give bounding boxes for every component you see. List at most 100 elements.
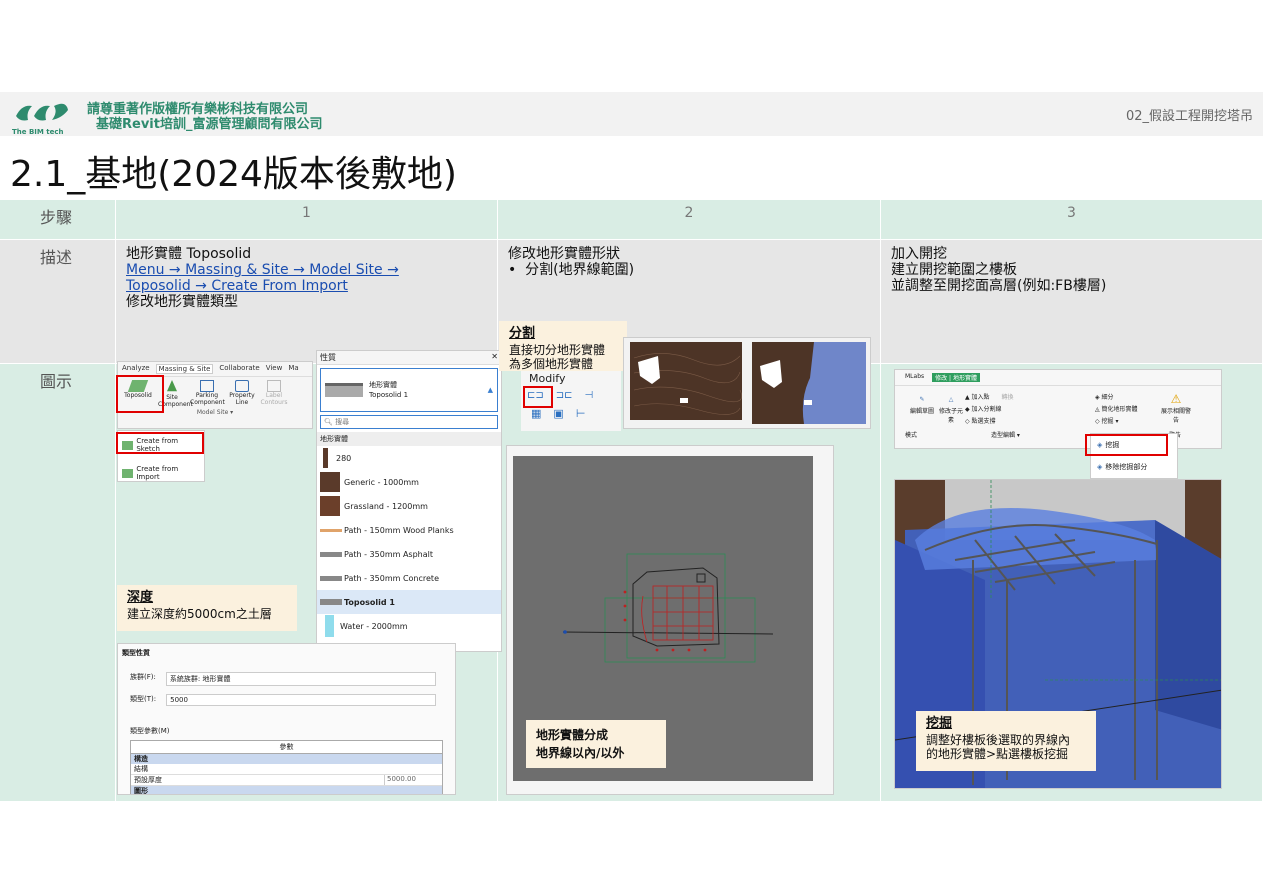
close-icon[interactable]: ✕ [491,352,498,363]
pick-supports-tool[interactable]: ◇ 點選支撐 [965,416,1013,428]
label-contours-button[interactable]: Label Contours [260,380,288,408]
desc3-line3: 並調整至開挖面高層(例如:FB樓層) [891,278,1107,294]
param-default-thickness[interactable]: 預設厚度 5000.00 [131,775,442,786]
tab-modify-toposolid[interactable]: 修改 | 地形實體 [932,373,980,382]
desc3-line2: 建立開挖範圍之樓板 [891,262,1017,278]
trim-icon[interactable]: ⊣ [585,390,594,401]
excavate-tool[interactable]: ◇ 挖掘 ▾ [1095,416,1138,428]
tab-analyze[interactable]: Analyze [122,364,150,374]
tab-mlabs[interactable]: MLabs [905,373,924,382]
family-select[interactable]: 系統族群: 地形實體 [165,672,436,686]
note-excavate-title: 挖掘 [926,716,953,731]
simplify-tool[interactable]: ◬ 簡化地形實體 [1095,404,1138,416]
toposolid-split-views [623,337,871,429]
row-label-step: 步驟 [0,200,116,240]
type-dropdown-icon: ▲ [487,386,493,394]
type-label-water: Water - 2000mm [340,621,408,631]
show-warnings-button[interactable]: ⚠ 展示相關警告 [1159,392,1193,424]
type-item-280[interactable]: 280 [317,446,501,470]
chapter-label: 02_假設工程開挖塔吊 [1125,109,1253,124]
scale-icon[interactable]: ▣ [553,407,563,420]
type-selector[interactable]: 地形實體 Toposolid 1 ▲ [320,368,498,412]
parking-component-label: Parking Component [190,392,225,406]
tree-icon [167,380,177,392]
type-preview-swatch [325,383,363,397]
desc-cell-1: 地形實體 Toposolid Menu → Massing & Site → M… [116,240,498,364]
property-line-button[interactable]: Property Line [228,380,256,408]
import-icon [122,468,134,478]
page-title: 2.1_基地(2024版本後敷地) [10,154,457,195]
company-line2: 基礎Revit培訓_富源管理顧問有限公司 [96,117,323,132]
type-item-concrete[interactable]: Path - 350mm Concrete [317,566,501,590]
swatch-280 [323,448,328,468]
header-band: The BIM tech 請尊重著作版權所有樂彬科技有限公司 基礎Revit培訓… [0,92,1263,136]
params-header: 參數 [131,741,442,754]
highlight-toposolid [116,375,164,413]
type-row: 類型(T): 5000 [118,688,455,708]
type-label-grassland: Grassland - 1200mm [344,501,428,511]
menu-path-link-1[interactable]: Menu → Massing & Site → Model Site → [126,262,487,278]
swatch-wood-planks [320,528,342,532]
type-item-asphalt[interactable]: Path - 350mm Asphalt [317,542,501,566]
row-label-figure: 圖示 [0,364,116,802]
type-item-toposolid-1[interactable]: Toposolid 1 [317,590,501,614]
type-select[interactable]: 5000 [166,694,437,706]
type-item-wood-planks[interactable]: Path - 150mm Wood Planks [317,518,501,542]
tab-collaborate[interactable]: Collaborate [219,364,259,374]
type-label: 類型(T): [130,695,157,703]
menu-item-create-from-import[interactable]: Create from Import [118,457,204,481]
note-depth: 深度 建立深度約5000cm之土層 [117,585,297,631]
edit-sketch-icon: ✎ [919,396,925,403]
note-split-result-line1: 地形實體分成 [536,728,609,742]
family-label: 族群(F): [130,673,156,681]
highlight-split-tool [523,386,553,408]
topo-contour-views [630,342,866,424]
modify-sub-elements-label: 修改子元素 [938,408,963,424]
type-item-water[interactable]: Water - 2000mm [317,614,501,638]
family-row: 族群(F): 系統族群: 地形實體 [118,662,455,688]
menu-path-link-2[interactable]: Toposolid → Create From Import [126,278,487,294]
show-warnings-label: 展示相關警告 [1160,408,1191,424]
parking-component-button[interactable]: Parking Component [190,380,225,408]
array-icon[interactable]: ▦ [531,407,541,420]
type-label-asphalt: Path - 350mm Asphalt [344,549,433,559]
excavate-label: 挖掘 ▾ [1101,418,1119,425]
param-default-thickness-value: 5000.00 [384,775,439,785]
add-split-line-tool[interactable]: ◆ 加入分割線 [965,404,1013,416]
tab-more[interactable]: Ma [288,364,298,374]
warning-icon: ⚠ [1170,392,1182,406]
type-label-generic: Generic - 1000mm [344,477,419,487]
split-gap-icon[interactable]: ⊐⊏ [556,390,573,401]
parking-icon [200,380,214,392]
type-item-generic[interactable]: Generic - 1000mm [317,470,501,494]
highlight-excavate [1085,434,1168,456]
pin-icon[interactable]: ⊢ [576,407,586,420]
type-search-input[interactable]: 🔍︎ 搜尋 [320,415,498,429]
row-label-desc: 描述 [0,240,116,364]
modify-sub-elements-button[interactable]: △ 修改子元素 [937,396,965,424]
menu-item-remove-excavation[interactable]: ◈ 移除挖掘部分 [1091,456,1177,478]
add-point-tool[interactable]: ▲ 加入點 轉換 [965,392,1013,404]
type-item-grassland[interactable]: Grassland - 1200mm [317,494,501,518]
properties-title: 性質 [320,353,336,362]
toposolid-tools: ◈ 細分 ◬ 簡化地形實體 ◇ 挖掘 ▾ [1095,392,1138,428]
param-structure[interactable]: 結構 [131,764,442,775]
excavate-ribbon-tabs: MLabs 修改 | 地形實體 [895,370,1221,386]
type-label-toposolid-1: Toposolid 1 [344,597,395,607]
edit-sketch-button[interactable]: ✎ 編輯草圖 [909,396,935,415]
create-from-import-label: Create from Import [136,465,179,481]
desc2-line1: 修改地形實體形狀 [508,246,620,262]
dialog-title: 類型性質 [122,649,150,657]
desc2-bullet-text: 分割(地界線範圍) [525,262,635,278]
note-depth-title: 深度 [127,590,154,605]
note-split-line1: 直接切分地形實體 [509,343,606,357]
type-label-280: 280 [336,453,352,463]
type-list: 280 Generic - 1000mm Grassland - 1200mm … [317,446,501,638]
tab-massing-site[interactable]: Massing & Site [155,364,214,374]
property-line-icon [235,380,249,392]
type-group-header: 地形實體 [317,432,501,446]
tab-view[interactable]: View [266,364,283,374]
swatch-concrete [320,575,342,581]
subdivide-tool[interactable]: ◈ 細分 [1095,392,1138,404]
swatch-toposolid-1 [320,599,342,605]
